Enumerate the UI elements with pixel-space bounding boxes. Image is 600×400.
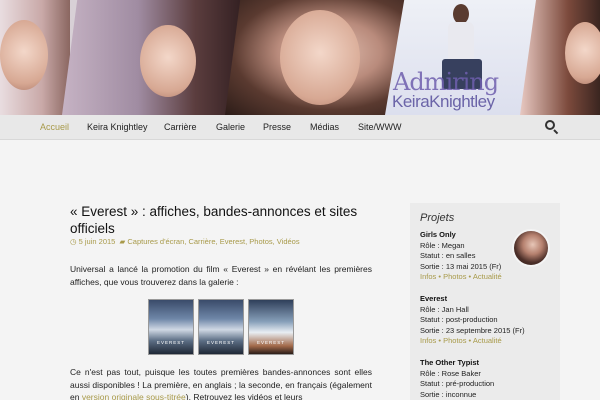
project-item: The Other Typist Rôle : Rose Baker Statu…: [420, 358, 495, 399]
project-link-infos[interactable]: Infos: [420, 272, 436, 281]
project-link-photos[interactable]: Photos: [443, 272, 466, 281]
project-link-actualite[interactable]: Actualité: [473, 336, 502, 345]
nav-item-keira-knightley[interactable]: Keira Knightley: [87, 122, 148, 132]
banner-face-2: [140, 25, 196, 97]
nav-item-medias[interactable]: Médias: [310, 122, 339, 132]
project-link-actualite[interactable]: Actualité: [473, 272, 502, 281]
poster-thumbnail[interactable]: EVEREST: [148, 299, 194, 355]
nav-item-site-www[interactable]: Site/WWW: [358, 122, 402, 132]
nav-item-accueil[interactable]: Accueil: [40, 122, 69, 132]
nav-item-carriere[interactable]: Carrière: [164, 122, 197, 132]
banner-face-3: [280, 10, 360, 105]
vost-link[interactable]: version originale sous-titrée: [82, 392, 186, 400]
post-date[interactable]: 5 juin 2015: [79, 237, 116, 246]
poster-thumbnail[interactable]: EVEREST: [248, 299, 294, 355]
search-icon[interactable]: [545, 120, 559, 135]
project-link-photos[interactable]: Photos: [443, 336, 466, 345]
nav-item-galerie[interactable]: Galerie: [216, 122, 245, 132]
banner-face-1: [0, 20, 48, 90]
project-title: The Other Typist: [420, 358, 480, 367]
post-title[interactable]: « Everest » : affiches, bandes-annonces …: [70, 203, 380, 237]
nav-item-presse[interactable]: Presse: [263, 122, 291, 132]
main-navigation: Accueil Keira Knightley Carrière Galerie…: [0, 115, 600, 140]
post-meta: ◷ 5 juin 2015 ▰ Captures d'écran, Carriè…: [70, 237, 300, 246]
post-paragraph-1: Universal a lancé la promotion du film «…: [70, 264, 372, 287]
project-title: Everest: [420, 294, 448, 303]
clock-icon: ◷: [70, 237, 77, 246]
site-logo-title: Admiring: [393, 68, 499, 96]
project-item: Everest Rôle : Jan Hall Statut : post-pr…: [420, 294, 525, 345]
poster-thumbnail[interactable]: EVEREST: [198, 299, 244, 355]
sidebar-projects: Projets Girls Only Rôle : Megan Statut :…: [410, 203, 560, 400]
banner-face-5: [565, 22, 600, 84]
project-link-infos[interactable]: Infos: [420, 336, 436, 345]
poster-gallery: EVEREST EVEREST EVEREST: [148, 299, 294, 355]
post-categories[interactable]: Captures d'écran, Carrière, Everest, Pho…: [127, 237, 299, 246]
project-title: Girls Only: [420, 230, 456, 239]
post-paragraph-2: Ce n'est pas tout, puisque les toutes pr…: [70, 367, 372, 400]
folder-icon: ▰: [119, 237, 126, 246]
site-logo-subtitle: KeiraKnightley: [392, 92, 495, 111]
header-banner[interactable]: Admiring KeiraKnightley: [0, 0, 600, 115]
sidebar-heading: Projets: [420, 212, 455, 224]
project-item: Girls Only Rôle : Megan Statut : en sall…: [420, 230, 502, 281]
